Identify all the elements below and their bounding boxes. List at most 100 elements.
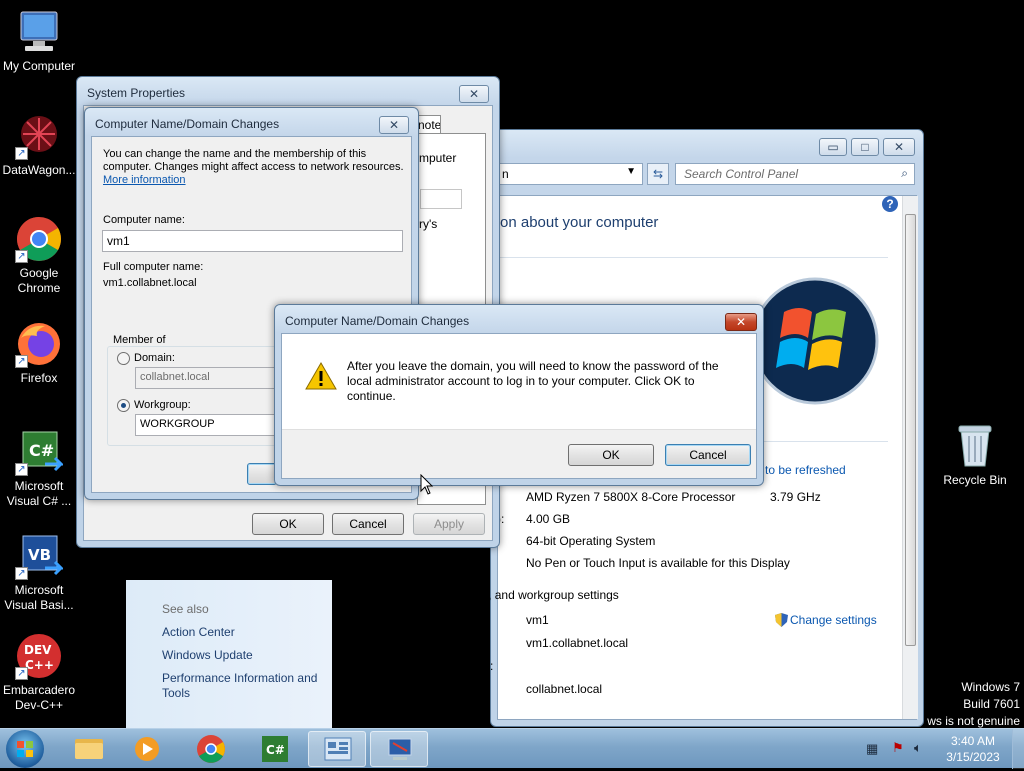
taskbar-explorer[interactable] [60, 731, 118, 767]
workgroup-label: Workgroup: [134, 399, 191, 411]
row-label-domain: Domain: [376, 682, 421, 696]
ok-button[interactable]: OK [568, 444, 654, 466]
svg-text:DEV: DEV [24, 643, 52, 657]
start-button[interactable] [6, 730, 44, 768]
processor-value: AMD Ryzen 7 5800X 8-Core Processor [526, 490, 736, 504]
help-icon[interactable]: ? [882, 196, 898, 212]
network-icon[interactable]: ▦ [866, 741, 878, 757]
row-label-description: Computer description: [376, 659, 494, 673]
workgroup-input[interactable]: WORKGROUP [135, 414, 275, 436]
name-changes-title: Computer Name/Domain Changes [95, 117, 280, 131]
member-of-label: Member of [111, 334, 168, 346]
nav-performance-info[interactable]: Performance Information and Tools [162, 671, 324, 701]
taskbar: C# ▦ ⚑ 🔈︎ 3:40 AM 3/15/2023 [0, 728, 1024, 769]
refresh-icon[interactable]: ⇆ [647, 163, 669, 185]
divider [498, 257, 888, 258]
computer-name-label: Computer name: [103, 214, 185, 226]
desktop-icon-firefox[interactable]: ↗ Firefox [0, 320, 78, 386]
datawagon-icon: ↗ [15, 112, 63, 160]
folder-icon [75, 739, 103, 759]
shortcut-arrow-icon: ↗ [15, 250, 28, 263]
domain-radio[interactable] [117, 352, 130, 365]
visual-basic-icon: VB ↗ [15, 532, 65, 580]
cancel-button[interactable]: Cancel [332, 513, 404, 535]
close-button[interactable]: ✕ [883, 138, 915, 156]
cancel-button[interactable]: Cancel [665, 444, 751, 466]
desktop-icon-datawagon[interactable]: ↗ DataWagon... [0, 112, 78, 178]
ok-button[interactable] [247, 463, 277, 485]
alert-dialog[interactable]: Computer Name/Domain Changes ✕ After you… [274, 304, 764, 486]
row-label-full-name: Full computer name: [376, 636, 486, 650]
svg-text:C++: C++ [25, 658, 54, 672]
full-name-value: vm1.collabnet.local [103, 277, 197, 289]
dropdown-arrow-icon[interactable]: ▼ [626, 166, 636, 177]
show-desktop-button[interactable] [1012, 729, 1024, 769]
devcpp-icon: DEV C++ ↗ [15, 632, 63, 680]
svg-text:C#: C# [266, 743, 285, 757]
row-value-computer-name: vm1 [526, 613, 549, 627]
desktop-icon-visual-basic[interactable]: VB ↗ Microsoft Visual Basi... [0, 532, 78, 613]
close-button[interactable]: ✕ [725, 313, 757, 331]
refresh-rating-link[interactable]: to be refreshed [765, 463, 846, 477]
description-field[interactable] [420, 189, 462, 209]
search-input[interactable]: Search Control Panel ⌕ [675, 163, 915, 185]
firefox-icon: ↗ [15, 320, 63, 368]
taskbar-control-panel[interactable] [308, 731, 366, 767]
volume-icon[interactable]: 🔈︎ [914, 740, 922, 756]
system-properties-icon [388, 738, 412, 760]
shortcut-arrow-icon: ↗ [15, 463, 28, 476]
desktop-icon-my-computer[interactable]: My Computer [0, 8, 78, 74]
see-also-label: See also [162, 602, 209, 616]
control-panel-icon [324, 737, 352, 761]
domain-label: Domain: [134, 352, 175, 364]
action-center-icon[interactable]: ⚑ [892, 740, 904, 756]
domain-input[interactable]: collabnet.local [135, 367, 275, 389]
windows-logo-icon [750, 276, 880, 406]
more-information-link[interactable]: More information [103, 174, 186, 186]
change-settings-link[interactable]: Change settings [790, 613, 877, 627]
svg-text:VB: VB [28, 546, 51, 564]
desktop-icon-devcpp[interactable]: DEV C++ ↗ Embarcadero Dev-C++ [0, 632, 78, 713]
shortcut-arrow-icon: ↗ [15, 147, 28, 160]
mouse-cursor-icon [420, 473, 434, 496]
desktop-icon-visual-csharp[interactable]: C# ↗ Microsoft Visual C# ... [0, 428, 78, 509]
control-panel-heading: on about your computer [500, 214, 659, 231]
system-properties-title: System Properties [87, 86, 186, 100]
chrome-icon: ↗ [15, 215, 63, 263]
workgroup-radio[interactable] [117, 399, 130, 412]
close-button[interactable]: ✕ [459, 85, 489, 103]
control-panel-left-nav: See also Action Center Windows Update Pe… [126, 580, 332, 728]
search-icon[interactable]: ⌕ [901, 166, 908, 181]
address-bar[interactable]: n ▼ [491, 163, 643, 185]
recycle-bin-icon [951, 422, 999, 470]
apply-button[interactable]: Apply [413, 513, 485, 535]
desktop-icon-recycle-bin[interactable]: Recycle Bin [936, 422, 1014, 488]
desktop-icon-chrome[interactable]: ↗ Google Chrome [0, 215, 78, 296]
taskbar-chrome[interactable] [182, 731, 240, 767]
clock[interactable]: 3:40 AM 3/15/2023 [938, 733, 1008, 765]
computer-icon [15, 8, 63, 56]
scrollbar[interactable] [902, 196, 918, 719]
computer-name-input[interactable]: vm1 [102, 230, 403, 252]
activation-section-title: Windows activation [356, 714, 459, 724]
nav-windows-update[interactable]: Windows Update [162, 648, 253, 662]
minimize-button[interactable]: ▭ [819, 138, 847, 156]
row-value-domain: collabnet.local [526, 682, 603, 696]
row-value-full-name: vm1.collabnet.local [526, 636, 629, 650]
windows-flag-icon [17, 741, 33, 757]
taskbar-visual-csharp[interactable]: C# [246, 731, 304, 767]
maximize-button[interactable]: □ [851, 138, 879, 156]
ok-button[interactable]: OK [252, 513, 324, 535]
visual-csharp-icon: C# ↗ [15, 428, 65, 476]
full-name-label: Full computer name: [103, 261, 204, 273]
ram-value: 4.00 GB [526, 512, 571, 526]
close-button[interactable]: ✕ [379, 116, 409, 134]
warning-icon [305, 361, 337, 391]
visual-csharp-icon: C# [262, 736, 288, 762]
shortcut-arrow-icon: ↗ [15, 567, 28, 580]
taskbar-media-player[interactable] [118, 731, 176, 767]
nav-action-center[interactable]: Action Center [162, 625, 235, 639]
taskbar-system-properties[interactable] [370, 731, 428, 767]
alert-title: Computer Name/Domain Changes [285, 314, 470, 328]
section-title: Computer name, domain, and workgroup set… [356, 588, 619, 602]
